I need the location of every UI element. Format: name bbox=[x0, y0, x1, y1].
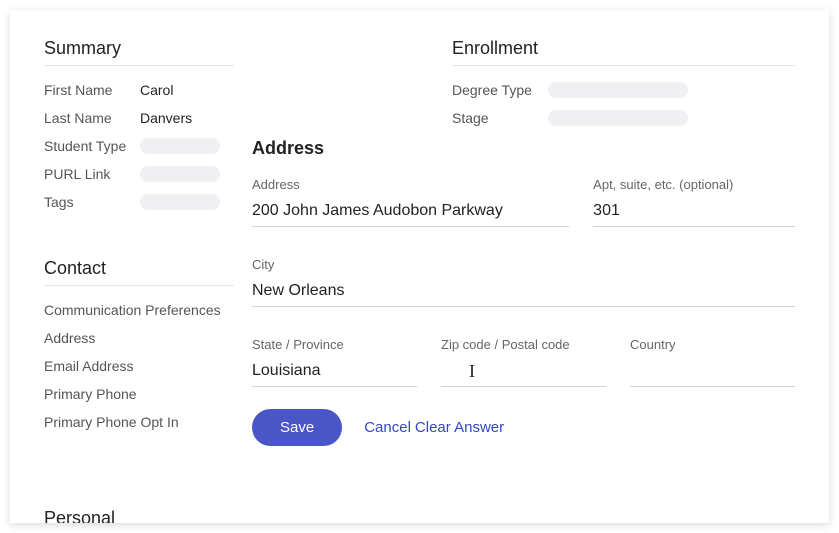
address-row-1: Address Apt, suite, etc. (optional) bbox=[252, 177, 795, 227]
zip-group: Zip code / Postal code I bbox=[441, 337, 606, 387]
last-name-label: Last Name bbox=[44, 110, 140, 126]
student-type-placeholder bbox=[140, 138, 220, 154]
first-name-row: First Name Carol bbox=[44, 76, 234, 104]
tags-label: Tags bbox=[44, 194, 140, 210]
personal-section: Personal bbox=[44, 508, 234, 523]
address-form-title: Address bbox=[252, 138, 795, 159]
address-input[interactable] bbox=[252, 198, 569, 227]
contact-item-address[interactable]: Address bbox=[44, 324, 234, 352]
stage-placeholder bbox=[548, 110, 688, 126]
summary-section: Summary First Name Carol Last Name Danve… bbox=[44, 38, 234, 216]
enrollment-title: Enrollment bbox=[452, 38, 795, 59]
country-input[interactable] bbox=[630, 358, 795, 387]
form-actions: Save Cancel Clear Answer bbox=[252, 409, 795, 446]
address-label: Address bbox=[252, 177, 569, 192]
tags-placeholder bbox=[140, 194, 220, 210]
country-label: Country bbox=[630, 337, 795, 352]
purl-link-label: PURL Link bbox=[44, 166, 140, 182]
degree-type-label: Degree Type bbox=[452, 82, 548, 98]
city-input[interactable] bbox=[252, 278, 795, 307]
first-name-label: First Name bbox=[44, 82, 140, 98]
contact-item-email[interactable]: Email Address bbox=[44, 352, 234, 380]
zip-label: Zip code / Postal code bbox=[441, 337, 606, 352]
state-label: State / Province bbox=[252, 337, 417, 352]
degree-type-placeholder bbox=[548, 82, 688, 98]
tags-row: Tags bbox=[44, 188, 234, 216]
state-group: State / Province bbox=[252, 337, 417, 387]
country-group: Country bbox=[630, 337, 795, 387]
contact-item-comm-prefs[interactable]: Communication Preferences bbox=[44, 296, 234, 324]
apt-input[interactable] bbox=[593, 198, 795, 227]
contact-section: Contact Communication Preferences Addres… bbox=[44, 258, 234, 436]
apt-label: Apt, suite, etc. (optional) bbox=[593, 177, 795, 192]
city-group: City bbox=[252, 257, 795, 307]
stage-label: Stage bbox=[452, 110, 548, 126]
student-type-row: Student Type bbox=[44, 132, 234, 160]
address-row-3: State / Province Zip code / Postal code … bbox=[252, 337, 795, 387]
first-name-value: Carol bbox=[140, 82, 173, 98]
city-label: City bbox=[252, 257, 795, 272]
address-group: Address bbox=[252, 177, 569, 227]
contact-divider bbox=[44, 285, 234, 286]
cancel-button[interactable]: Cancel bbox=[364, 419, 411, 436]
profile-card: Summary First Name Carol Last Name Danve… bbox=[10, 10, 829, 523]
student-type-label: Student Type bbox=[44, 138, 140, 154]
right-column: Enrollment Degree Type Stage Address Add… bbox=[252, 38, 795, 523]
contact-item-phone-opt-in[interactable]: Primary Phone Opt In bbox=[44, 408, 234, 436]
enrollment-section: Enrollment Degree Type Stage bbox=[452, 38, 795, 132]
zip-input[interactable] bbox=[441, 358, 606, 387]
state-input[interactable] bbox=[252, 358, 417, 387]
contact-title: Contact bbox=[44, 258, 234, 279]
stage-row: Stage bbox=[452, 104, 795, 132]
address-form: Address Address Apt, suite, etc. (option… bbox=[252, 138, 795, 446]
enrollment-divider bbox=[452, 65, 795, 66]
summary-title: Summary bbox=[44, 38, 234, 59]
purl-link-row: PURL Link bbox=[44, 160, 234, 188]
save-button[interactable]: Save bbox=[252, 409, 342, 446]
contact-item-primary-phone[interactable]: Primary Phone bbox=[44, 380, 234, 408]
main-row: Summary First Name Carol Last Name Danve… bbox=[44, 38, 795, 523]
last-name-value: Danvers bbox=[140, 110, 192, 126]
clear-answer-button[interactable]: Clear Answer bbox=[415, 419, 504, 436]
degree-type-row: Degree Type bbox=[452, 76, 795, 104]
apt-group: Apt, suite, etc. (optional) bbox=[593, 177, 795, 227]
contact-link-list: Communication Preferences Address Email … bbox=[44, 296, 234, 436]
left-column: Summary First Name Carol Last Name Danve… bbox=[44, 38, 234, 523]
address-row-2: City bbox=[252, 257, 795, 307]
last-name-row: Last Name Danvers bbox=[44, 104, 234, 132]
summary-divider bbox=[44, 65, 234, 66]
personal-title: Personal bbox=[44, 508, 234, 523]
purl-link-placeholder bbox=[140, 166, 220, 182]
